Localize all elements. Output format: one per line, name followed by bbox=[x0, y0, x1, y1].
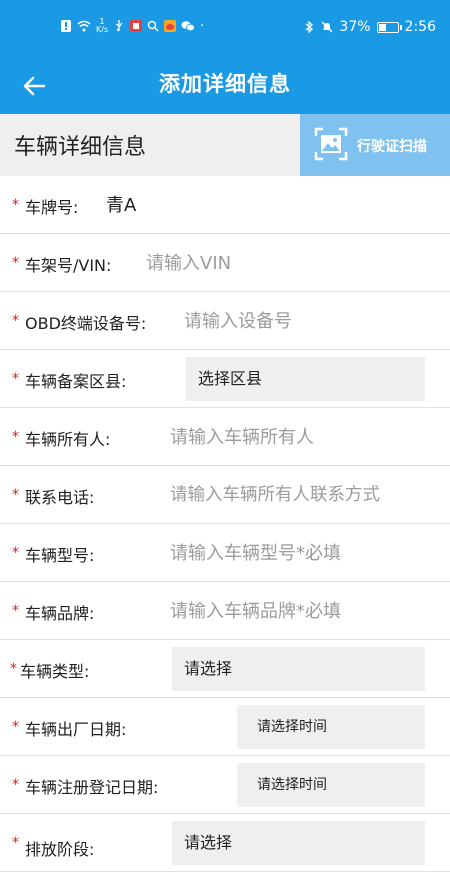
vehicle-form: * 车牌号: 青A * 车架号/VIN: 请输入VIN * OBD终端设备号: … bbox=[0, 176, 450, 872]
plate-row: * 车牌号: 青A bbox=[0, 176, 450, 234]
required-mark: * bbox=[12, 255, 19, 271]
required-mark: * bbox=[12, 777, 19, 793]
net-speed: 1 K/s bbox=[96, 17, 109, 34]
license-scan-button[interactable]: 行驶证扫描 bbox=[300, 114, 450, 176]
obd-input[interactable]: 请输入设备号 bbox=[184, 307, 292, 333]
vin-row: * 车架号/VIN: 请输入VIN bbox=[0, 234, 450, 292]
wifi-icon bbox=[77, 20, 91, 32]
district-row: * 车辆备案区县: 选择区县 bbox=[0, 350, 450, 408]
required-mark: * bbox=[12, 429, 19, 445]
model-label: 车辆型号: bbox=[25, 546, 95, 565]
vin-input[interactable]: 请输入VIN bbox=[146, 249, 231, 275]
vin-label: 车架号/VIN: bbox=[25, 256, 112, 275]
brand-row: * 车辆品牌: 请输入车辆品牌*必填 bbox=[0, 582, 450, 640]
brand-input[interactable]: 请输入车辆品牌*必填 bbox=[170, 597, 341, 623]
brand-label: 车辆品牌: bbox=[25, 604, 95, 623]
status-bar: 1 K/s · 37% 2:56 bbox=[0, 0, 450, 58]
plate-label: 车牌号: bbox=[25, 198, 79, 217]
register-date-label: 车辆注册登记日期: bbox=[25, 778, 159, 797]
app-red-icon bbox=[130, 20, 143, 32]
emission-select[interactable]: 请选择 bbox=[172, 821, 425, 865]
section-title: 车辆详细信息 bbox=[14, 135, 147, 160]
type-label: 车辆类型: bbox=[20, 662, 90, 681]
battery-icon bbox=[376, 21, 402, 33]
required-mark: * bbox=[12, 313, 19, 329]
obd-label: OBD终端设备号: bbox=[25, 314, 147, 333]
section-header: 车辆详细信息 行驶证扫描 bbox=[0, 114, 450, 176]
type-select[interactable]: 请选择 bbox=[172, 647, 425, 691]
factory-date-label: 车辆出厂日期: bbox=[25, 720, 127, 739]
phone-row: * 联系电话: 请输入车辆所有人联系方式 bbox=[0, 466, 450, 524]
register-date-row: * 车辆注册登记日期: 请选择时间 bbox=[0, 756, 450, 814]
phone-label: 联系电话: bbox=[25, 488, 95, 507]
phone-input[interactable]: 请输入车辆所有人联系方式 bbox=[170, 481, 380, 506]
district-label: 车辆备案区县: bbox=[25, 372, 127, 391]
more-dots: · bbox=[200, 18, 205, 34]
sim-alert-icon bbox=[61, 20, 71, 32]
owner-row: * 车辆所有人: 请输入车辆所有人 bbox=[0, 408, 450, 466]
required-mark: * bbox=[12, 197, 19, 213]
required-mark: * bbox=[10, 661, 17, 677]
required-mark: * bbox=[12, 487, 19, 503]
model-input[interactable]: 请输入车辆型号*必填 bbox=[170, 539, 341, 565]
owner-label: 车辆所有人: bbox=[25, 430, 111, 449]
factory-date-picker[interactable]: 请选择时间 bbox=[237, 705, 425, 749]
plate-input[interactable]: 青A bbox=[106, 191, 136, 217]
status-icons-left: 1 K/s · bbox=[60, 18, 204, 34]
page-title: 添加详细信息 bbox=[159, 72, 291, 96]
status-icons-right: 37% 2:56 bbox=[303, 19, 436, 35]
image-scan-icon bbox=[314, 127, 348, 161]
emission-row: * 排放阶段: 请选择 bbox=[0, 814, 450, 872]
search-app-icon bbox=[147, 20, 159, 32]
app-bar: 添加详细信息 bbox=[0, 58, 450, 114]
obd-row: * OBD终端设备号: 请输入设备号 bbox=[0, 292, 450, 350]
owner-input[interactable]: 请输入车辆所有人 bbox=[170, 423, 314, 449]
mute-bell-icon bbox=[321, 21, 333, 33]
clock: 2:56 bbox=[404, 19, 436, 35]
usb-icon bbox=[115, 20, 123, 32]
license-scan-label: 行驶证扫描 bbox=[357, 139, 427, 155]
bluetooth-icon bbox=[306, 21, 314, 33]
wechat-icon bbox=[181, 21, 196, 32]
factory-date-row: * 车辆出厂日期: 请选择时间 bbox=[0, 698, 450, 756]
emission-label: 排放阶段: bbox=[25, 840, 95, 859]
type-row: * 车辆类型: 请选择 bbox=[0, 640, 450, 698]
battery-percent: 37% bbox=[339, 19, 371, 35]
required-mark: * bbox=[12, 835, 19, 851]
weibo-icon bbox=[164, 20, 177, 32]
district-select[interactable]: 选择区县 bbox=[186, 357, 425, 401]
model-row: * 车辆型号: 请输入车辆型号*必填 bbox=[0, 524, 450, 582]
required-mark: * bbox=[12, 545, 19, 561]
required-mark: * bbox=[12, 719, 19, 735]
required-mark: * bbox=[12, 603, 19, 619]
required-mark: * bbox=[12, 371, 19, 387]
register-date-picker[interactable]: 请选择时间 bbox=[237, 763, 425, 807]
